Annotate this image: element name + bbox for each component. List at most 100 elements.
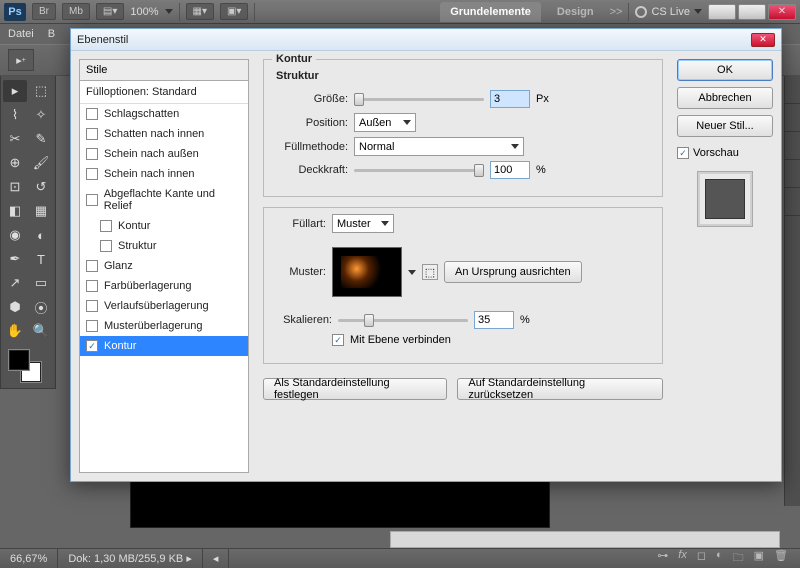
crop-tool[interactable]: ✂ — [3, 128, 27, 150]
lasso-tool[interactable]: ⌇ — [3, 104, 27, 126]
menu-b[interactable]: B — [48, 28, 55, 40]
link-icon[interactable]: ⊶ — [657, 549, 668, 568]
trash-icon[interactable]: 🗑 — [774, 549, 788, 568]
zoom-arrow-icon[interactable] — [165, 9, 173, 14]
new-icon[interactable]: ▣ — [754, 549, 764, 568]
style-row-4[interactable]: Abgeflachte Kante und Relief — [80, 184, 248, 216]
style-row-6[interactable]: Struktur — [80, 236, 248, 256]
arrange-button[interactable]: ▦▾ — [186, 3, 214, 20]
styles-header[interactable]: Stile — [79, 59, 249, 81]
scale-slider[interactable] — [338, 319, 468, 322]
style-row-10[interactable]: Musterüberlagerung — [80, 316, 248, 336]
dodge-tool[interactable]: ◐ — [29, 224, 53, 246]
ok-button[interactable]: OK — [677, 59, 773, 81]
pen-tool[interactable]: ✒ — [3, 248, 27, 270]
style-row-5[interactable]: Kontur — [80, 216, 248, 236]
workspace-tab-design[interactable]: Design — [547, 2, 604, 22]
style-checkbox[interactable] — [100, 220, 112, 232]
style-checkbox[interactable]: ✓ — [86, 340, 98, 352]
position-dropdown[interactable]: Außen — [354, 113, 416, 132]
pattern-flyout-icon[interactable] — [408, 270, 416, 275]
style-row-8[interactable]: Farbüberlagerung — [80, 276, 248, 296]
fx-icon[interactable]: fx — [678, 549, 687, 568]
style-row-2[interactable]: Schein nach außen — [80, 144, 248, 164]
cancel-button[interactable]: Abbrechen — [677, 87, 773, 109]
status-scroll-left[interactable]: ◂ — [203, 549, 230, 568]
workspace-more[interactable]: >> — [610, 6, 623, 18]
blend-options-row[interactable]: Fülloptionen: Standard — [80, 81, 248, 104]
size-input[interactable] — [490, 90, 530, 108]
status-zoom[interactable]: 66,67% — [0, 549, 58, 568]
cslive-button[interactable]: CS Live — [635, 6, 702, 18]
mask-icon[interactable]: ◻ — [697, 549, 706, 568]
zoom-tool[interactable]: 🔍 — [29, 320, 53, 342]
folder-icon[interactable]: 🗀 — [733, 549, 744, 568]
status-doc[interactable]: Dok: 1,30 MB/255,9 KB ▸ — [58, 549, 203, 568]
3d-cam-tool[interactable]: ⦿ — [29, 296, 53, 318]
style-checkbox[interactable] — [100, 240, 112, 252]
history-brush-tool[interactable]: ↺ — [29, 176, 53, 198]
blendmode-dropdown[interactable]: Normal — [354, 137, 524, 156]
marquee-tool[interactable]: ⬚ — [29, 80, 53, 102]
heal-tool[interactable]: ⊕ — [3, 152, 27, 174]
horizontal-scrollbar[interactable] — [390, 531, 780, 548]
link-layer-checkbox[interactable]: ✓ — [332, 334, 344, 346]
shape-tool[interactable]: ▭ — [29, 272, 53, 294]
color-swatches[interactable] — [3, 348, 53, 384]
style-row-7[interactable]: Glanz — [80, 256, 248, 276]
hand-tool[interactable]: ✋ — [3, 320, 27, 342]
path-tool[interactable]: ↗ — [3, 272, 27, 294]
gradient-tool[interactable]: ▦ — [29, 200, 53, 222]
chevron-down-icon — [511, 144, 519, 149]
style-checkbox[interactable] — [86, 128, 98, 140]
stamp-tool[interactable]: ⊡ — [3, 176, 27, 198]
app-close-button[interactable]: ✕ — [768, 4, 796, 20]
document-canvas[interactable] — [130, 478, 550, 528]
style-row-3[interactable]: Schein nach innen — [80, 164, 248, 184]
eraser-tool[interactable]: ◧ — [3, 200, 27, 222]
opacity-input[interactable] — [490, 161, 530, 179]
filltype-dropdown[interactable]: Muster — [332, 214, 394, 233]
preview-checkbox[interactable]: ✓ — [677, 147, 689, 159]
dialog-close-button[interactable]: ✕ — [751, 33, 775, 47]
screenmode-button[interactable]: ▤▾ — [96, 3, 124, 20]
style-row-0[interactable]: Schlagschatten — [80, 104, 248, 124]
dialog-titlebar[interactable]: Ebenenstil ✕ — [71, 29, 781, 51]
style-checkbox[interactable] — [86, 108, 98, 120]
menu-datei[interactable]: Datei — [8, 28, 34, 40]
minibridge-button[interactable]: Mb — [62, 3, 90, 20]
style-checkbox[interactable] — [86, 280, 98, 292]
brush-tool[interactable]: 🖌 — [29, 152, 53, 174]
3d-tool[interactable]: ⬢ — [3, 296, 27, 318]
new-style-button[interactable]: Neuer Stil... — [677, 115, 773, 137]
style-checkbox[interactable] — [86, 300, 98, 312]
extras-button[interactable]: ▣▾ — [220, 3, 248, 20]
tool-preset-button[interactable]: ▸+ — [8, 49, 34, 71]
fill-icon[interactable]: ◐ — [716, 549, 723, 568]
style-checkbox[interactable] — [86, 168, 98, 180]
new-preset-button[interactable]: ⬚ — [422, 264, 438, 280]
opacity-slider[interactable] — [354, 169, 484, 172]
type-tool[interactable]: T — [29, 248, 53, 270]
style-checkbox[interactable] — [86, 148, 98, 160]
style-row-9[interactable]: Verlaufsüberlagerung — [80, 296, 248, 316]
make-default-button[interactable]: Als Standardeinstellung festlegen — [263, 378, 447, 400]
workspace-tab-grundelemente[interactable]: Grundelemente — [440, 2, 541, 22]
app-minimize-button[interactable]: — — [708, 4, 736, 20]
pattern-picker[interactable] — [332, 247, 402, 297]
blur-tool[interactable]: ◉ — [3, 224, 27, 246]
style-row-1[interactable]: Schatten nach innen — [80, 124, 248, 144]
style-row-11[interactable]: ✓Kontur — [80, 336, 248, 356]
app-maximize-button[interactable]: □ — [738, 4, 766, 20]
style-checkbox[interactable] — [86, 194, 98, 206]
eyedropper-tool[interactable]: ✎ — [29, 128, 53, 150]
move-tool[interactable]: ▸ — [3, 80, 27, 102]
bridge-button[interactable]: Br — [32, 3, 56, 20]
size-slider[interactable] — [354, 98, 484, 101]
reset-default-button[interactable]: Auf Standardeinstellung zurücksetzen — [457, 378, 663, 400]
snap-origin-button[interactable]: An Ursprung ausrichten — [444, 261, 582, 283]
scale-input[interactable] — [474, 311, 514, 329]
style-checkbox[interactable] — [86, 260, 98, 272]
style-checkbox[interactable] — [86, 320, 98, 332]
wand-tool[interactable]: ✧ — [29, 104, 53, 126]
